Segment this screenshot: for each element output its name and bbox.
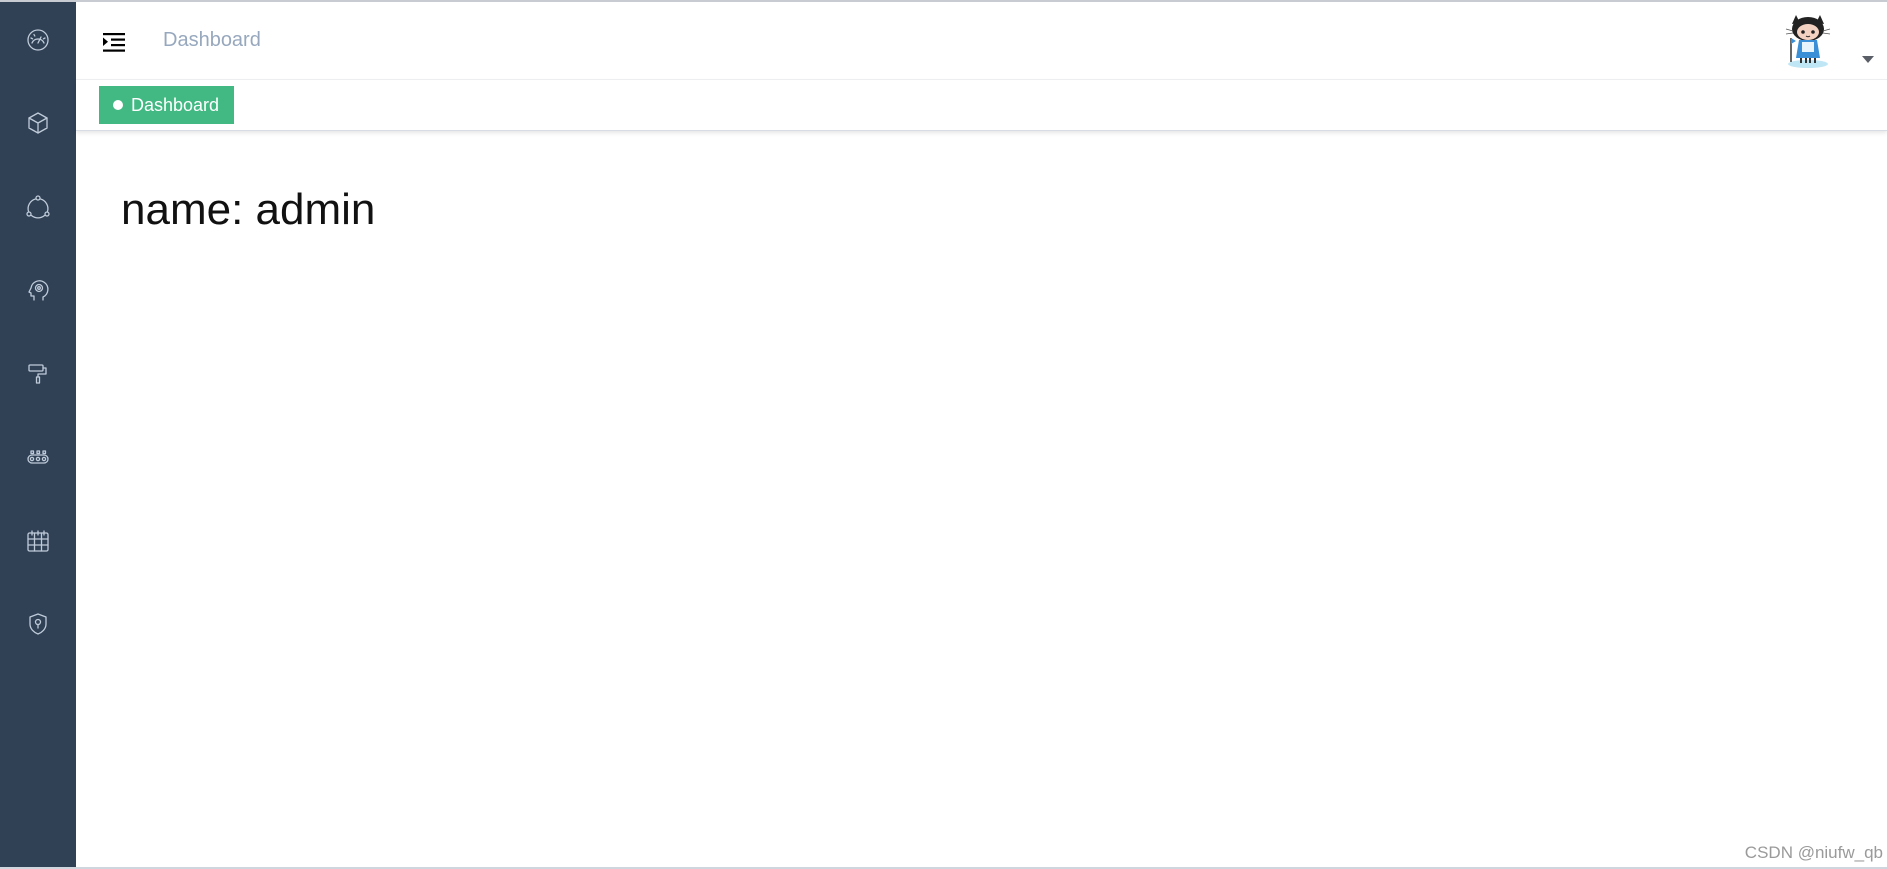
hamburger-button[interactable] (100, 28, 128, 56)
calendar-table-icon (27, 530, 49, 552)
dashboard-gauge-icon (27, 29, 49, 51)
sidebar-item-nested[interactable] (0, 182, 76, 232)
shield-location-icon (29, 613, 47, 635)
share-nodes-icon (26, 195, 50, 219)
watermark: CSDN @niufw_qb (1744, 843, 1883, 862)
tag-dashboard[interactable]: Dashboard (99, 86, 235, 124)
octocat-avatar-icon (1785, 15, 1831, 68)
head-gear-icon (28, 280, 49, 301)
navbar: Dashboard (76, 2, 1887, 80)
caret-down-icon (1862, 56, 1874, 63)
active-dot-icon (113, 100, 123, 110)
cube-icon (28, 112, 48, 134)
user-avatar-dropdown[interactable] (1778, 12, 1878, 72)
tags-view: Dashboard (76, 80, 1887, 131)
conveyor-icon (27, 450, 49, 464)
sidebar-item-permission[interactable] (0, 599, 76, 649)
dashboard-content: name: admin (121, 182, 375, 238)
tag-label: Dashboard (131, 94, 220, 115)
paint-roller-icon (28, 364, 47, 384)
sidebar (0, 2, 76, 867)
dashboard-text: name: admin (121, 185, 376, 234)
sidebar-item-dashboard[interactable] (0, 15, 76, 65)
sidebar-item-table[interactable] (0, 516, 76, 566)
breadcrumb: Dashboard (163, 29, 261, 51)
sidebar-item-theme[interactable] (0, 349, 76, 399)
main-container: Dashboard Dashboard name: admin (76, 2, 1887, 867)
sidebar-item-excel[interactable] (0, 432, 76, 482)
sidebar-item-component[interactable] (0, 98, 76, 148)
app-window: Dashboard Dashboard name: admin CSDN @ni… (0, 0, 1887, 869)
menu-fold-icon (103, 33, 125, 52)
sidebar-item-guide[interactable] (0, 265, 76, 315)
